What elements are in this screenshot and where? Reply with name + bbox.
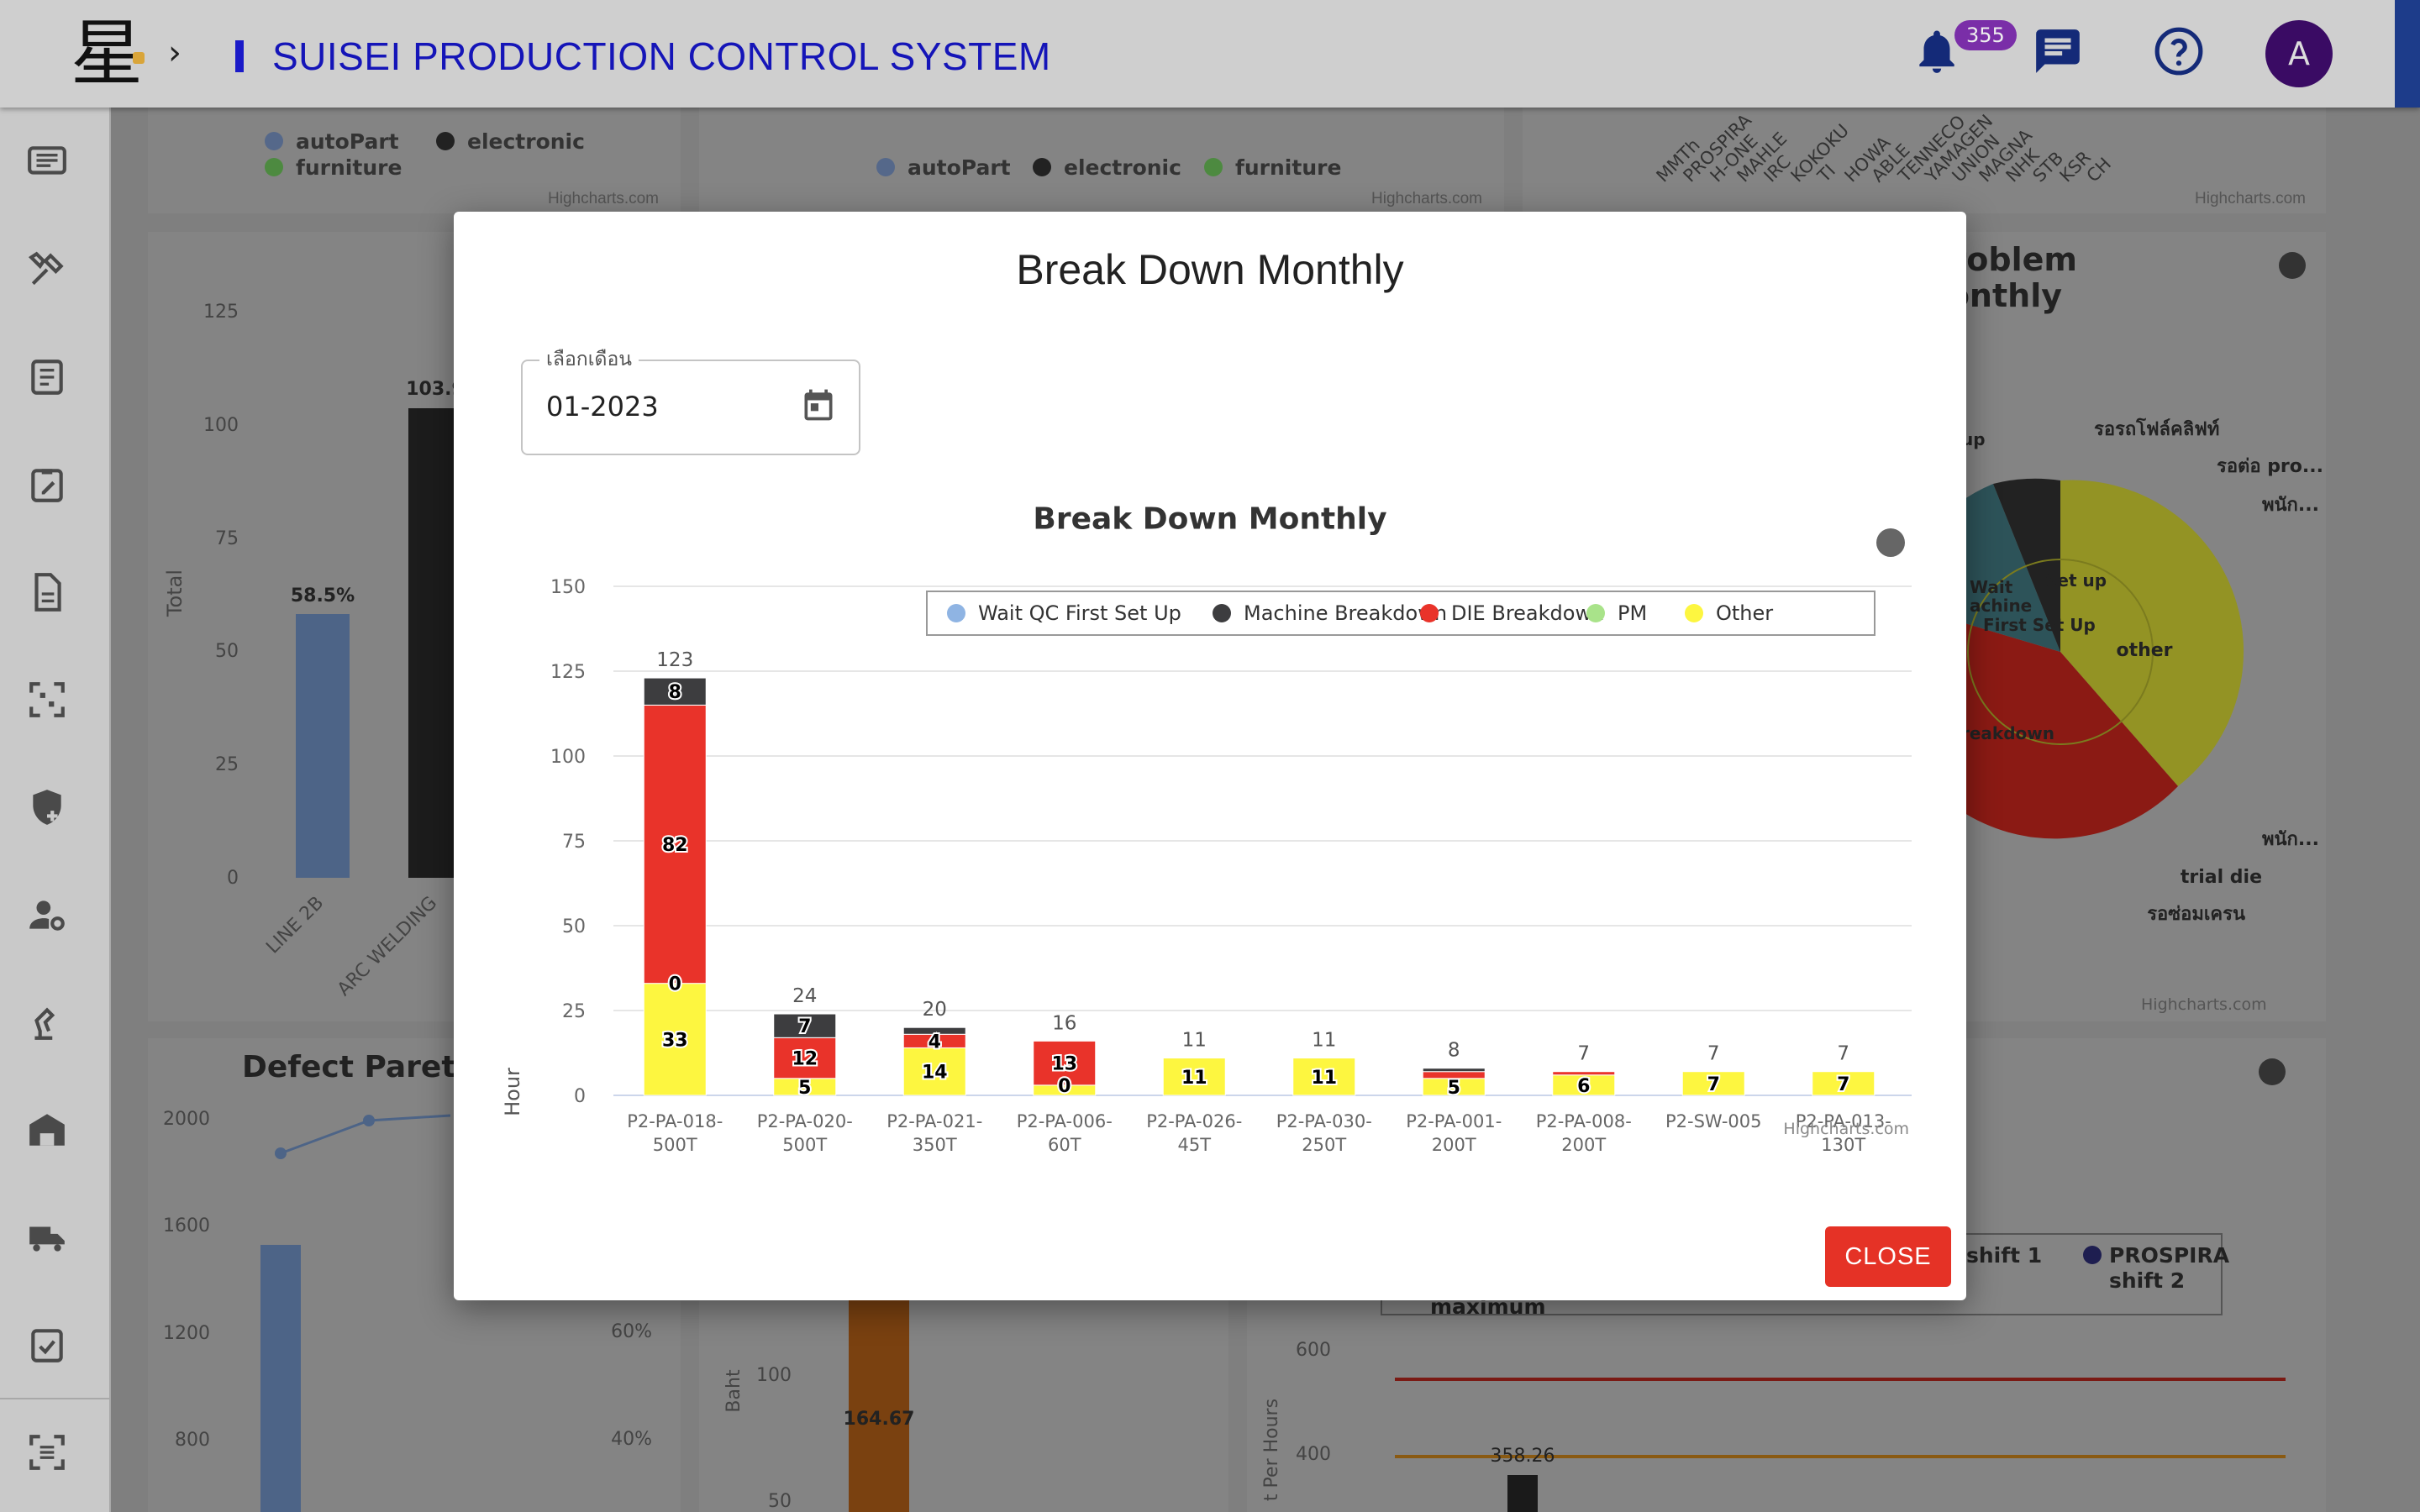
title-accent-bar <box>235 40 244 72</box>
bar-segment-die-breakdown[interactable] <box>1552 1071 1616 1076</box>
bar-data-label: 11 <box>1181 1068 1207 1089</box>
y-axis-label: Hour <box>501 1068 524 1116</box>
x-category-label: 250T <box>1302 1135 1346 1152</box>
x-category-label: 200T <box>1432 1135 1476 1152</box>
legend-dot[interactable] <box>1420 604 1439 622</box>
breakdown-monthly-dialog: Break Down Monthly เลือกเดือน Break Down… <box>454 212 1966 1300</box>
legend-dot[interactable] <box>947 604 965 622</box>
x-category-label: P2-PA-030- <box>1276 1111 1372 1131</box>
bar-data-label: 7 <box>1707 1074 1720 1095</box>
x-category-label: 200T <box>1561 1135 1606 1152</box>
y-axis-ticks: 0 25 50 75 100 125 150 <box>550 577 586 1107</box>
notification-badge: 355 <box>1954 20 2017 50</box>
x-category-label: 350T <box>913 1135 957 1152</box>
x-category-label: P2-PA-008- <box>1536 1111 1632 1131</box>
chart-legend: Wait QC First Set Up Machine Breakdown DIE… <box>926 591 1876 636</box>
x-category-label: P2-PA-021- <box>886 1111 982 1131</box>
stack-total-label: 7 <box>1837 1043 1849 1065</box>
x-category-label: 45T <box>1177 1135 1211 1152</box>
y-tick-label: 150 <box>550 577 586 598</box>
chevron-right-icon[interactable]: › <box>168 34 182 72</box>
bar-data-label: 14 <box>922 1063 948 1084</box>
edge-strip <box>2395 0 2420 108</box>
stack-total-label: 16 <box>1052 1012 1076 1034</box>
bar-data-label: 8 <box>669 682 681 703</box>
bar-data-label: 6 <box>1577 1076 1590 1097</box>
top-app-bar: 星 › SUISEI PRODUCTION CONTROL SYSTEM 355… <box>0 0 2420 108</box>
stack-total-label: 24 <box>792 985 817 1007</box>
logo-accent <box>133 52 145 64</box>
bar-data-label: 82 <box>662 835 688 856</box>
close-button[interactable]: CLOSE <box>1825 1226 1951 1287</box>
y-tick-label: 125 <box>550 662 586 683</box>
bar-data-label: 12 <box>792 1049 818 1070</box>
user-avatar[interactable]: A <box>2265 20 2333 87</box>
help-icon[interactable] <box>2153 25 2205 77</box>
x-category-label: P2-PA-020- <box>757 1111 853 1131</box>
legend-item-label[interactable]: Other <box>1716 601 1773 625</box>
stack-total-label: 20 <box>923 999 947 1021</box>
stack-total-label: 11 <box>1312 1030 1336 1052</box>
bar-data-label: 5 <box>1448 1078 1460 1099</box>
y-tick-label: 25 <box>562 1001 586 1022</box>
bar-data-label: 7 <box>798 1016 811 1037</box>
stack-total-label: 8 <box>1448 1040 1460 1062</box>
chart-title: Break Down Monthly <box>1033 502 1386 537</box>
chart-credit: Highcharts.com <box>1783 1120 1909 1138</box>
x-category-label: 500T <box>782 1135 827 1152</box>
breakdown-chart: Break Down Monthly 0255075100125150 Hour… <box>501 502 1912 1152</box>
y-tick-label: 100 <box>550 747 586 768</box>
y-tick-label: 75 <box>562 832 586 853</box>
stack-total-label: 7 <box>1707 1043 1720 1065</box>
bar-segment-machine-breakdown[interactable] <box>1422 1068 1486 1073</box>
bar-data-label: 33 <box>662 1030 688 1051</box>
month-picker-label: เลือกเดือน <box>539 344 639 375</box>
x-category-label: P2-PA-026- <box>1146 1111 1242 1131</box>
legend-dot[interactable] <box>1685 604 1703 622</box>
x-category-label: 60T <box>1048 1135 1081 1152</box>
legend-dot[interactable] <box>1213 604 1231 622</box>
bar-data-label: 11 <box>1311 1068 1337 1089</box>
legend-item-label[interactable]: Wait QC First Set Up <box>978 601 1181 625</box>
x-category-label: P2-PA-006- <box>1017 1111 1113 1131</box>
calendar-icon[interactable] <box>800 386 837 423</box>
legend-item-label[interactable]: PM <box>1618 601 1647 625</box>
bar-data-label: 0 <box>1058 1076 1071 1097</box>
legend-dot[interactable] <box>1586 604 1605 622</box>
stack-total-label: 123 <box>656 649 693 671</box>
chart-menu-icon[interactable] <box>1876 528 1905 557</box>
chart-bars <box>643 677 1876 1096</box>
stack-total-label: 7 <box>1577 1043 1590 1065</box>
bar-data-label: 13 <box>1051 1054 1077 1075</box>
x-axis-labels: P2-PA-018- 500T P2-PA-020- 500T P2-PA-021- 35… <box>627 1111 1891 1152</box>
bar-data-label: 0 <box>669 974 681 995</box>
stack-total-label: 11 <box>1182 1030 1207 1052</box>
x-category-label: 500T <box>653 1135 697 1152</box>
x-category-label: P2-PA-001- <box>1406 1111 1502 1131</box>
bar-data-label: 4 <box>929 1032 941 1053</box>
y-tick-label: 0 <box>574 1086 586 1107</box>
x-category-label: P2-SW-005 <box>1665 1111 1762 1131</box>
month-input[interactable] <box>546 391 765 423</box>
legend-item-label[interactable]: DIE Breakdown <box>1451 601 1604 625</box>
legend-item-label[interactable]: Machine Breakdown <box>1244 601 1447 625</box>
app-title: SUISEI PRODUCTION CONTROL SYSTEM <box>272 34 1051 78</box>
y-tick-label: 50 <box>562 916 586 937</box>
bar-data-label: 7 <box>1837 1074 1849 1095</box>
chat-icon[interactable] <box>2032 25 2084 77</box>
dialog-title: Break Down Monthly <box>1016 246 1404 293</box>
bar-data-label: 5 <box>798 1078 811 1099</box>
x-category-label: P2-PA-018- <box>627 1111 723 1131</box>
